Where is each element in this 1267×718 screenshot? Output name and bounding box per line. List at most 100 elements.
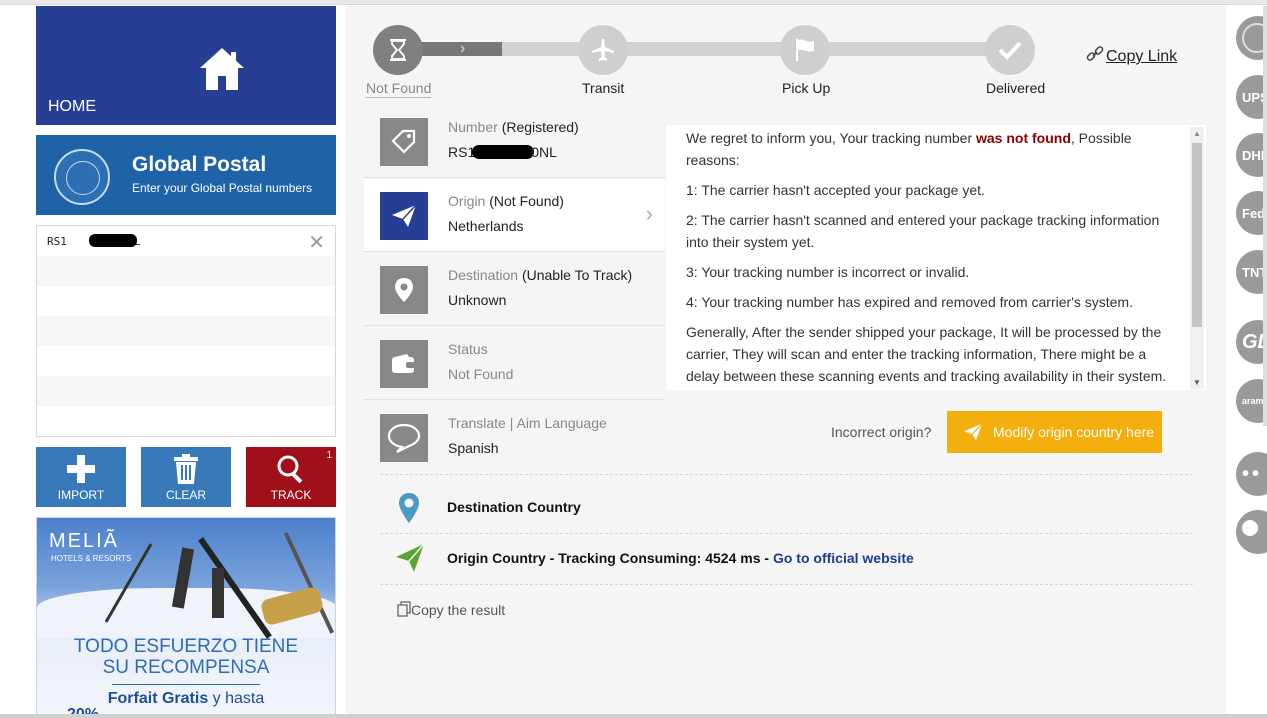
step-label-not-found: Not Found (366, 80, 432, 98)
location-pin-icon (395, 278, 413, 302)
message-general: Generally, After the sender shipped your… (686, 324, 1167, 384)
send-icon (392, 204, 417, 227)
chat-icon-box (380, 414, 428, 462)
step-pick-up (780, 25, 830, 75)
trash-icon (174, 454, 198, 484)
ad-brand-sub: HOTELS & RESORTS (51, 554, 132, 563)
copy-icon (397, 601, 411, 617)
clear-number-icon[interactable]: ✕ (308, 230, 325, 255)
detail-destination: Destination (Unable To Track) Unknown (364, 253, 665, 326)
copy-result-button[interactable]: Copy the result (397, 601, 505, 618)
scroll-up-arrow-icon[interactable]: ▲ (1193, 129, 1201, 138)
message-intro: We regret to inform you, Your tracking n… (686, 127, 1176, 171)
copy-link-label: Copy Link (1106, 48, 1178, 65)
detail-number: Number (Registered) RS1 0NL (364, 105, 665, 178)
copy-link-button[interactable]: Copy Link (1086, 45, 1177, 66)
home-icon (200, 48, 244, 90)
detail-origin-value: Netherlands (448, 218, 524, 234)
step-transit (578, 25, 628, 75)
redaction-mark (89, 234, 137, 247)
modify-origin-label: Modify origin country here (993, 424, 1155, 440)
detail-status-value: Not Found (448, 366, 514, 382)
tag-icon (391, 129, 416, 154)
ad-divider (112, 684, 260, 685)
plane-icon (592, 39, 614, 61)
detail-status-title: Status (448, 341, 488, 357)
tracking-numbers-textarea[interactable]: RS10NL ✕ (36, 225, 336, 437)
wallet-icon-box (380, 340, 428, 388)
divider (380, 474, 1193, 475)
step-delivered (985, 25, 1035, 75)
detail-number-title: Number (Registered) (448, 119, 579, 135)
browser-top-edge (0, 0, 1267, 5)
detail-destination-label: Destination (448, 267, 519, 283)
ad-headline: TODO ESFUERZO TIENE SU RECOMPENSA (37, 636, 335, 678)
browser-bottom-edge (0, 714, 1267, 718)
chevron-right-icon[interactable]: › (646, 201, 653, 227)
message-scrollbar[interactable]: ▲ ▼ (1190, 127, 1204, 389)
origin-country-prefix: Origin Country - Tracking Consuming: (447, 550, 706, 566)
official-website-link[interactable]: Go to official website (773, 550, 914, 566)
modify-origin-button[interactable]: Modify origin country here (947, 411, 1162, 453)
tag-icon-box (380, 118, 428, 166)
detail-origin-label: Origin (448, 193, 486, 209)
detail-number-label: Number (448, 119, 498, 135)
ad-headline-line: SU RECOMPENSA (102, 657, 270, 678)
chat-bubble-icon (387, 423, 421, 453)
divider (380, 584, 1193, 585)
number-line[interactable]: RS10NL ✕ (37, 226, 335, 256)
destination-pin-icon (399, 493, 419, 523)
copy-result-label: Copy the result (411, 602, 506, 618)
empty-line[interactable] (37, 346, 335, 376)
detail-destination-title: Destination (Unable To Track) (448, 267, 632, 283)
home-label: HOME (48, 98, 96, 115)
plus-icon (67, 455, 95, 483)
message-intro-before: We regret to inform you, Your tracking n… (686, 130, 976, 146)
empty-line[interactable] (37, 316, 335, 346)
ad-skier-graphic (212, 568, 224, 618)
page-scrollbar[interactable] (1263, 6, 1267, 426)
empty-line[interactable] (37, 286, 335, 316)
message-reason: 4: Your tracking number has expired and … (686, 294, 1133, 310)
ad-brand: MELIÃ (49, 530, 120, 552)
carrier-tile[interactable]: Global Postal Enter your Global Postal n… (36, 135, 336, 215)
origin-country-line: Origin Country - Tracking Consuming: 452… (447, 550, 914, 566)
step-not-found (373, 25, 423, 75)
carrier-name: Global Postal (132, 153, 267, 176)
advertisement-banner[interactable]: MELIÃ HOTELS & RESORTS TODO ESFUERZO TIE… (36, 517, 336, 718)
detail-number-suffix: 0NL (531, 144, 557, 160)
home-tile[interactable]: HOME (36, 6, 336, 125)
send-icon (964, 423, 983, 441)
detail-origin-qualifier: (Not Found) (489, 193, 564, 209)
detail-origin[interactable]: Origin (Not Found) Netherlands › (364, 179, 665, 252)
import-button[interactable]: IMPORT (36, 447, 126, 507)
ad-offer-bold: Forfait Gratis (107, 690, 209, 707)
empty-line[interactable] (37, 376, 335, 406)
empty-line[interactable] (37, 256, 335, 286)
detail-translate[interactable]: Translate | Aim Language Spanish (364, 401, 665, 474)
scrollbar-thumb[interactable] (1192, 143, 1202, 327)
detail-translate-value: Spanish (448, 440, 499, 456)
ad-headline-line: TODO ESFUERZO TIENE (73, 636, 299, 657)
column-gap (336, 6, 346, 718)
detail-destination-qualifier: (Unable To Track) (521, 267, 633, 283)
message-reason: 2: The carrier hasn't scanned and entere… (686, 212, 1160, 250)
message-reason: 1: The carrier hasn't accepted your pack… (686, 182, 985, 198)
detail-number-prefix: RS1 (448, 144, 476, 160)
not-found-message-panel: We regret to inform you, Your tracking n… (666, 125, 1206, 390)
wallet-icon (392, 354, 416, 373)
empty-line[interactable] (37, 406, 335, 436)
step-label-delivered: Delivered (986, 80, 1046, 96)
redaction-mark (472, 145, 535, 159)
destination-country-label: Destination Country (447, 499, 581, 515)
track-button[interactable]: 1 TRACK (246, 447, 336, 507)
pin-icon-box (380, 266, 428, 314)
clear-button[interactable]: CLEAR (141, 447, 231, 507)
scroll-down-arrow-icon[interactable]: ▼ (1193, 378, 1201, 387)
step-label-transit: Transit (582, 80, 625, 96)
ad-offer-rest: y hasta (208, 690, 265, 707)
incorrect-origin-label: Incorrect origin? (831, 424, 932, 440)
detail-number-value: RS1 0NL (448, 144, 557, 160)
clear-label: CLEAR (165, 488, 206, 502)
detail-origin-title: Origin (Not Found) (448, 193, 564, 209)
